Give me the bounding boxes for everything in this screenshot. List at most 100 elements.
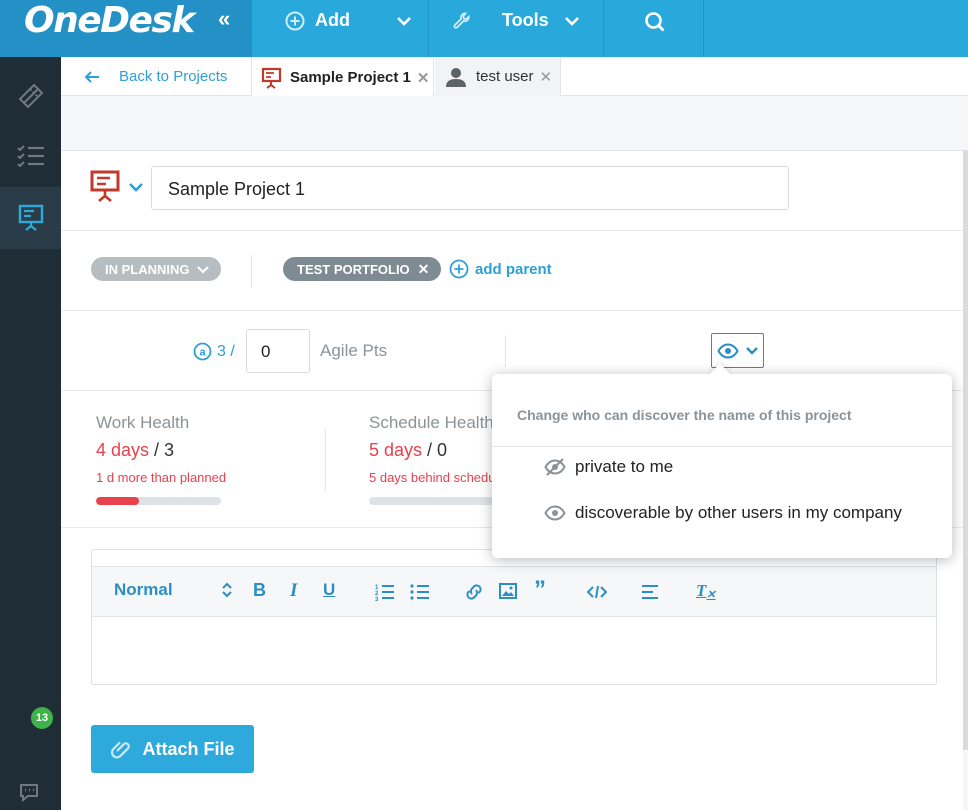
schedule-health-bar <box>369 497 494 505</box>
agile-a-icon: a <box>193 342 212 361</box>
onedesk-logo: OneDesk <box>24 0 195 41</box>
attach-file-button[interactable]: Attach File <box>91 725 254 773</box>
close-tab-icon[interactable]: ✕ <box>417 69 430 87</box>
ordered-list-icon[interactable]: 123 <box>375 583 395 601</box>
agile-count: a 3 / <box>193 342 235 361</box>
add-menu[interactable]: Add <box>252 0 429 57</box>
ticket-icon <box>18 83 43 109</box>
agile-count-label: 3 / <box>217 342 235 360</box>
work-health-value-rest: / 3 <box>149 440 175 460</box>
task-list-icon <box>16 145 44 168</box>
bold-icon[interactable]: B <box>253 580 266 601</box>
divider <box>251 255 252 287</box>
divider <box>325 429 326 491</box>
add-parent-label: add parent <box>475 260 552 278</box>
add-parent-button[interactable]: add parent <box>449 259 552 279</box>
chevron-down-icon <box>745 346 758 355</box>
description-text-area[interactable] <box>92 617 936 684</box>
portfolio-chip[interactable]: TEST PORTFOLIO ✕ <box>283 257 442 281</box>
portfolio-label: TEST PORTFOLIO <box>297 261 410 277</box>
scrollbar[interactable] <box>963 150 968 750</box>
format-select[interactable]: Normal <box>114 580 232 600</box>
status-label: IN PLANNING <box>105 261 190 277</box>
agile-points-label: Agile Pts <box>320 341 388 360</box>
svg-text:3: 3 <box>375 597 379 601</box>
project-name-row: Sample Project 1 <box>61 151 963 231</box>
item-type-chevron-icon[interactable] <box>128 181 144 193</box>
chevron-down-icon <box>397 17 411 26</box>
arrow-left-icon <box>84 70 99 83</box>
up-down-icon <box>221 582 232 598</box>
visibility-option-company-label: discoverable by other users in my compan… <box>575 503 902 522</box>
plus-circle-icon <box>449 259 469 279</box>
add-menu-label: Add <box>315 10 350 30</box>
chat-count-badge: 13 <box>31 707 53 729</box>
editor-toolbar: Normal B I U 123 ” T ✕ <box>92 566 936 617</box>
visibility-popover-title: Change who can discover the name of this… <box>517 407 852 423</box>
eye-icon <box>544 505 566 521</box>
bullet-list-icon[interactable] <box>410 583 430 601</box>
top-bar: OneDesk « Add Tools <box>0 0 968 57</box>
status-row: IN PLANNING TEST PORTFOLIO ✕ add parent <box>61 231 963 311</box>
project-board-icon <box>18 204 43 231</box>
work-health-value-red: 4 days <box>96 440 150 460</box>
user-icon <box>446 67 466 87</box>
sidebar-item-tickets[interactable] <box>0 65 61 127</box>
sidebar <box>0 57 61 810</box>
eye-icon <box>716 342 739 359</box>
eye-slash-icon <box>544 458 566 476</box>
project-board-icon <box>90 170 120 202</box>
chevron-down-icon <box>565 17 579 26</box>
code-icon[interactable] <box>587 585 607 599</box>
status-dropdown[interactable]: IN PLANNING <box>91 257 221 281</box>
divider <box>492 446 952 447</box>
chevron-down-icon <box>196 265 209 274</box>
back-to-projects-link[interactable]: Back to Projects <box>61 57 252 96</box>
image-icon[interactable] <box>499 583 517 599</box>
work-health-note: 1 d more than planned <box>96 470 227 485</box>
work-health-bar-fill <box>96 497 139 505</box>
visibility-option-private[interactable]: private to me <box>544 457 673 477</box>
schedule-health-value-red: 5 days <box>369 440 423 460</box>
divider <box>505 335 506 367</box>
chat-button[interactable] <box>0 762 61 810</box>
close-tab-icon[interactable]: ✕ <box>540 68 553 86</box>
paperclip-icon <box>111 741 131 759</box>
sidebar-item-projects[interactable] <box>0 187 61 249</box>
visibility-option-private-label: private to me <box>575 457 674 476</box>
back-to-projects-label: Back to Projects <box>119 68 228 85</box>
schedule-health-value-rest: / 0 <box>422 440 448 460</box>
tab-user-label: test user <box>476 68 534 85</box>
remove-portfolio-icon[interactable]: ✕ <box>418 261 430 278</box>
visibility-popover: Change who can discover the name of this… <box>492 374 952 558</box>
sidebar-item-tasks[interactable] <box>0 125 61 187</box>
clear-format-icon[interactable]: T ✕ <box>696 580 716 602</box>
project-board-icon <box>261 67 282 89</box>
chat-icon <box>19 784 38 803</box>
work-health-value: 4 days / 3 <box>96 440 226 461</box>
project-name-input[interactable]: Sample Project 1 <box>151 166 789 210</box>
tab-project[interactable]: Sample Project 1 ✕ <box>252 57 434 96</box>
collapse-sidebar-icon[interactable]: « <box>218 6 230 32</box>
tab-project-label: Sample Project 1 <box>290 69 411 86</box>
underline-icon[interactable]: U <box>323 580 335 600</box>
svg-text:a: a <box>199 347 206 359</box>
search-button[interactable] <box>604 0 704 57</box>
tools-menu-label: Tools <box>502 10 549 30</box>
work-health-title: Work Health <box>96 413 190 432</box>
link-icon[interactable] <box>464 583 484 601</box>
tab-user[interactable]: test user ✕ <box>435 57 561 96</box>
tools-menu[interactable]: Tools <box>429 0 604 57</box>
work-health: Work Health 4 days / 3 1 d more than pla… <box>96 413 226 505</box>
format-select-label: Normal <box>114 580 173 599</box>
search-icon <box>645 12 665 32</box>
quote-icon[interactable]: ” <box>534 576 546 604</box>
plus-circle-icon <box>285 11 305 31</box>
italic-icon[interactable]: I <box>290 580 297 602</box>
description-editor: Normal B I U 123 ” T ✕ <box>91 549 937 685</box>
visibility-option-company[interactable]: discoverable by other users in my compan… <box>544 503 902 523</box>
tab-bar: Back to Projects Sample Project 1 ✕ test… <box>61 57 968 96</box>
align-icon[interactable] <box>641 584 659 600</box>
attach-file-label: Attach File <box>142 738 235 759</box>
agile-points-input[interactable]: 0 <box>246 329 310 373</box>
